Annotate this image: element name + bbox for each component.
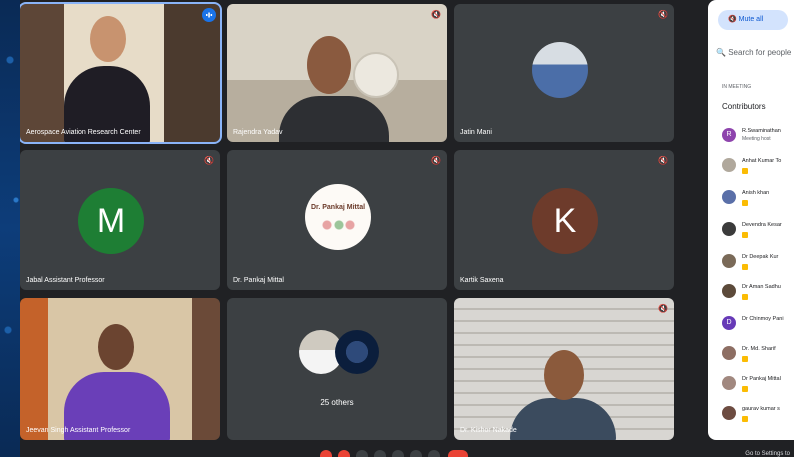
participant-tile[interactable]: K 🔇 Kartik Saxena bbox=[454, 150, 674, 290]
participant-name: Anhat Kumar To bbox=[742, 158, 782, 164]
reactions-button[interactable] bbox=[374, 450, 386, 457]
participant-row[interactable]: Dr Deepak Kur bbox=[722, 252, 794, 276]
avatar bbox=[722, 346, 736, 360]
contributors-header[interactable]: Contributors bbox=[722, 102, 766, 111]
badge-icon bbox=[742, 416, 748, 422]
video-person bbox=[510, 398, 616, 440]
avatar: K bbox=[532, 188, 598, 254]
participant-row[interactable]: Dr. Md. Sharif bbox=[722, 344, 794, 368]
mic-off-icon: 🔇 bbox=[431, 156, 441, 165]
avatar bbox=[722, 284, 736, 298]
video-person bbox=[279, 96, 389, 142]
meeting-toolbar: Go to Settings to bbox=[20, 448, 794, 457]
avatar-logo-text: Dr. Pankaj Mittal bbox=[310, 204, 366, 211]
leave-call-button[interactable] bbox=[448, 450, 468, 457]
participant-name: Jatin Mani bbox=[460, 129, 492, 136]
mic-off-icon: 🔇 bbox=[658, 304, 668, 313]
meeting-grid: Aerospace Aviation Research Center 🔇 Raj… bbox=[20, 0, 794, 448]
participant-name: Anish khan bbox=[742, 190, 770, 196]
participant-tile[interactable]: 🔇 Dr. Kishor Nakade bbox=[454, 298, 674, 440]
avatar: Dr. Pankaj Mittal bbox=[305, 184, 371, 250]
avatar: M bbox=[78, 188, 144, 254]
avatar bbox=[722, 254, 736, 268]
others-count: 25 others bbox=[320, 398, 354, 407]
avatar bbox=[335, 330, 379, 374]
avatar: R bbox=[722, 128, 736, 142]
audio-indicator-icon bbox=[202, 8, 216, 22]
avatar: D bbox=[722, 316, 736, 330]
participant-tile[interactable]: Dr. Pankaj Mittal 🔇 Dr. Pankaj Mittal bbox=[227, 150, 447, 290]
participant-name: Dr Chinmoy Pani bbox=[742, 316, 784, 322]
people-panel: 🔇 Mute all 🔍 Search for people In meetin… bbox=[708, 0, 794, 440]
section-label: In meeting bbox=[722, 84, 752, 90]
badge-icon bbox=[742, 356, 748, 362]
participant-role: Meeting host bbox=[742, 136, 771, 142]
mic-off-icon: 🔇 bbox=[431, 10, 441, 19]
mic-off-icon: 🔇 bbox=[658, 156, 668, 165]
video-person-head bbox=[544, 350, 584, 400]
participant-tile[interactable]: Jeevan Singh Assistant Professor bbox=[20, 298, 220, 440]
mic-off-icon: 🔇 bbox=[658, 10, 668, 19]
fan-image bbox=[353, 52, 399, 98]
search-icon: 🔍 bbox=[716, 48, 726, 57]
participant-tile[interactable]: M 🔇 Jabal Assistant Professor bbox=[20, 150, 220, 290]
avatar bbox=[722, 222, 736, 236]
participant-name: Dr Deepak Kur bbox=[742, 254, 779, 260]
avatar bbox=[532, 42, 588, 98]
participant-row[interactable]: gaurav kumar s bbox=[722, 404, 794, 428]
mute-all-button[interactable]: 🔇 Mute all bbox=[718, 10, 788, 30]
badge-icon bbox=[742, 168, 748, 174]
avatar bbox=[722, 406, 736, 420]
badge-icon bbox=[742, 232, 748, 238]
participant-name: Kartik Saxena bbox=[460, 277, 504, 284]
participant-tile[interactable]: Aerospace Aviation Research Center bbox=[20, 2, 222, 144]
participant-row[interactable]: Anish khan bbox=[722, 188, 794, 212]
participant-name: Jabal Assistant Professor bbox=[26, 277, 105, 284]
avatar bbox=[722, 376, 736, 390]
flower-decoration bbox=[317, 218, 359, 232]
participant-row[interactable]: D Dr Chinmoy Pani bbox=[722, 314, 794, 338]
participant-name: Dr. Md. Sharif bbox=[742, 346, 776, 352]
participant-name: Dr. Kishor Nakade bbox=[460, 427, 517, 434]
participant-tile[interactable]: 🔇 Jatin Mani bbox=[454, 4, 674, 142]
avatar bbox=[722, 158, 736, 172]
participant-row[interactable]: Devendra Kesar bbox=[722, 220, 794, 244]
present-button[interactable] bbox=[392, 450, 404, 457]
mic-off-icon: 🔇 bbox=[204, 156, 214, 165]
participant-name: Dr Aman Sadhu bbox=[742, 284, 781, 290]
activate-hint: Go to Settings to bbox=[745, 451, 790, 457]
participant-name: Aerospace Aviation Research Center bbox=[26, 129, 141, 136]
participant-name: gaurav kumar s bbox=[742, 406, 780, 412]
video-person-head bbox=[90, 16, 126, 62]
raise-hand-button[interactable] bbox=[410, 450, 422, 457]
participant-name: Jeevan Singh Assistant Professor bbox=[26, 427, 131, 434]
captions-button[interactable] bbox=[356, 450, 368, 457]
badge-icon bbox=[742, 386, 748, 392]
mic-button[interactable] bbox=[320, 450, 332, 457]
others-tile[interactable]: 25 others bbox=[227, 298, 447, 440]
video-person-head bbox=[307, 36, 351, 94]
participant-row[interactable]: R R.Swaminathan Meeting host bbox=[722, 126, 794, 150]
participant-row[interactable]: Dr Aman Sadhu bbox=[722, 282, 794, 306]
badge-icon bbox=[742, 200, 748, 206]
more-options-button[interactable] bbox=[428, 450, 440, 457]
participant-name: R.Swaminathan bbox=[742, 128, 781, 134]
participant-row[interactable]: Dr Pankaj Mittal bbox=[722, 374, 794, 398]
participant-row[interactable]: Anhat Kumar To bbox=[722, 156, 794, 180]
video-person-head bbox=[98, 324, 134, 370]
mic-off-icon: 🔇 bbox=[728, 16, 737, 23]
participant-name: Dr. Pankaj Mittal bbox=[233, 277, 284, 284]
participant-name: Devendra Kesar bbox=[742, 222, 782, 228]
participant-tile[interactable]: 🔇 Rajendra Yadav bbox=[227, 4, 447, 142]
participant-name: Dr Pankaj Mittal bbox=[742, 376, 781, 382]
camera-button[interactable] bbox=[338, 450, 350, 457]
badge-icon bbox=[742, 294, 748, 300]
participant-name: Rajendra Yadav bbox=[233, 129, 283, 136]
search-input[interactable]: 🔍 Search for people bbox=[716, 48, 794, 57]
badge-icon bbox=[742, 264, 748, 270]
avatar bbox=[722, 190, 736, 204]
